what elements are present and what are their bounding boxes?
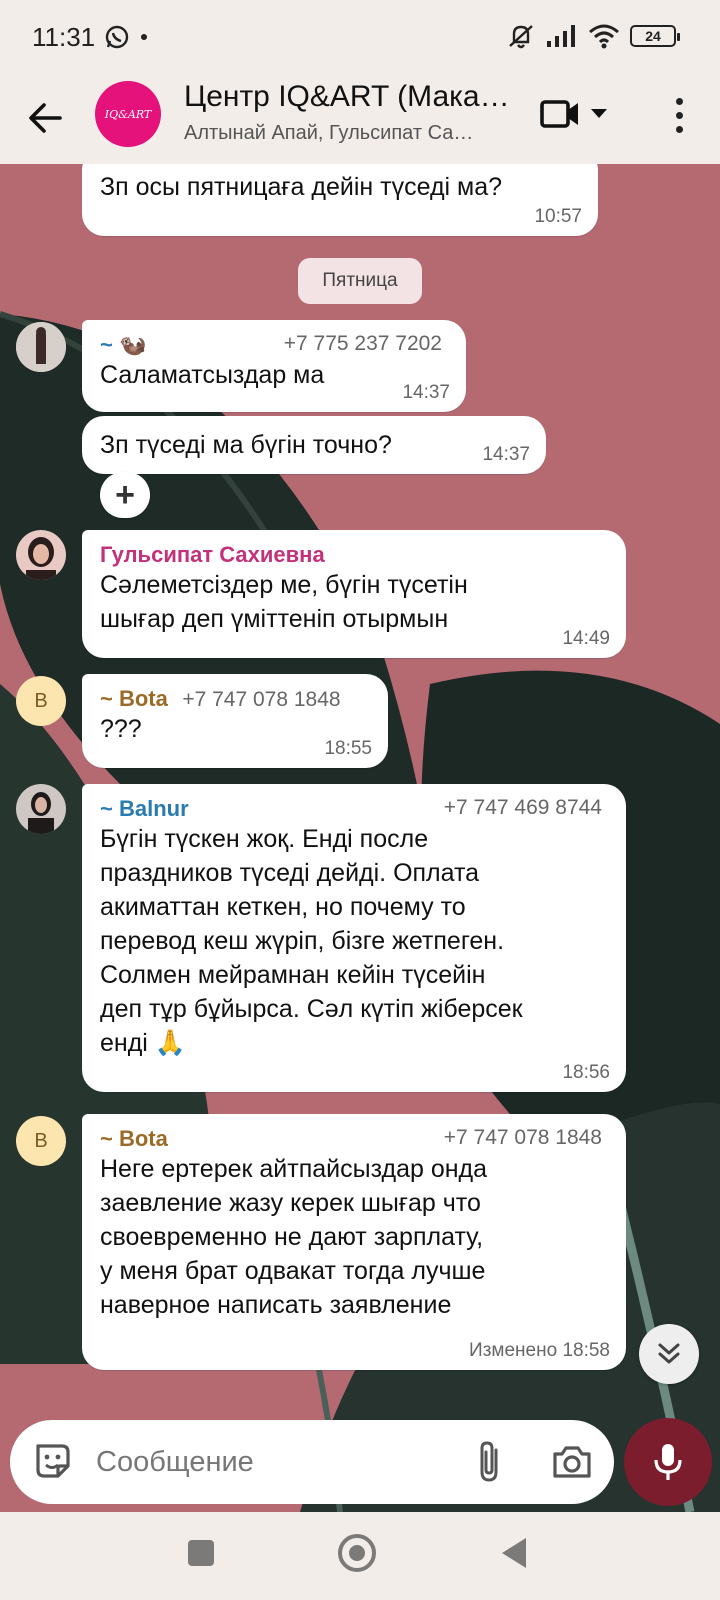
paperclip-icon <box>480 1441 498 1482</box>
status-bar: 11:31 24 <box>0 0 720 76</box>
system-back-button[interactable] <box>502 1538 526 1568</box>
message-text-line: Сәлеметсіздер ме, бүгін түсетін <box>100 571 468 599</box>
message-text-line: акиматтан кеткен, но почему то <box>100 893 466 921</box>
wifi-icon <box>589 24 619 49</box>
chevron-down-icon <box>591 109 607 118</box>
chat-subtitle[interactable]: Алтынай Апай, Гульсипат Са… <box>184 122 514 145</box>
message-bubble[interactable]: Зп түседі ма бүгін точно? 14:37 <box>82 416 546 474</box>
chat-area[interactable]: Зп осы пятницаға дейін түседі ма? 10:57 … <box>0 164 720 1512</box>
more-dot-icon <box>675 97 683 105</box>
message-time: 14:37 <box>482 444 530 465</box>
message-text-line: Бүгін түскен жоқ. Енді после <box>100 825 429 853</box>
message-sender[interactable]: Гульсипат Сахиевна <box>100 542 608 568</box>
microphone-icon <box>654 1444 682 1480</box>
message-text-line: заевление жазу керек шығар что <box>100 1189 481 1217</box>
message-text-line: деп тұр бұйырса. Сәл күтіп жіберсек <box>100 995 523 1023</box>
camera-button[interactable] <box>550 1440 594 1484</box>
home-button[interactable] <box>338 1534 376 1572</box>
battery-icon: 24 <box>630 25 680 47</box>
message-sender[interactable]: ~ Bota <box>100 686 168 712</box>
more-dot-icon <box>675 111 683 119</box>
more-options-button[interactable] <box>662 90 696 140</box>
chat-header: IQ&ART Центр IQ&ART (Мака… Алтынай Апай,… <box>0 76 720 164</box>
camera-icon <box>553 1446 591 1478</box>
message-bubble[interactable]: ~ Bota +7 747 078 1848 ??? 18:55 <box>82 674 388 768</box>
avatar-photo <box>16 784 66 834</box>
message-text-line: перевод кеш жүріп, бізге жетпеген. <box>100 927 505 955</box>
message-input[interactable]: Сообщение <box>96 1440 436 1484</box>
message-time: Изменено 18:58 <box>469 1340 610 1361</box>
signal-icon <box>547 25 575 47</box>
voice-message-button[interactable] <box>624 1418 712 1506</box>
avatar-photo <box>16 322 66 372</box>
notification-dot-icon <box>141 34 147 40</box>
double-chevron-down-icon <box>658 1343 680 1364</box>
message-time: 18:55 <box>324 738 372 759</box>
sticker-icon <box>36 1444 70 1478</box>
message-bubble[interactable]: ~ 🦦 +7 775 237 7202 Саламатсыздар ма 14:… <box>82 320 466 412</box>
message-text: Зп осы пятницаға дейін түседі ма? <box>100 173 503 201</box>
sticker-button[interactable] <box>32 1440 74 1482</box>
status-left-icons <box>104 24 148 50</box>
message-text-line: наверное написать заявление <box>100 1291 452 1319</box>
message-time: 14:49 <box>562 628 610 649</box>
message-text-line: Солмен мейрамнан кейін түсейін <box>100 961 486 989</box>
message-input-bar: Сообщение <box>10 1420 614 1504</box>
sender-avatar[interactable]: B <box>16 676 66 726</box>
message-bubble[interactable]: ~ Bota +7 747 078 1848 Неге ертерек айтп… <box>82 1114 626 1370</box>
message-text: Зп түседі ма бүгін точно? <box>100 431 392 459</box>
add-reaction-button[interactable]: + <box>100 472 150 518</box>
message-phone: +7 775 237 7202 <box>283 332 442 355</box>
message-bubble[interactable]: Зп осы пятницаға дейін түседі ма? 10:57 <box>82 164 598 236</box>
message-text-line: енді 🙏 <box>100 1029 186 1057</box>
chat-title[interactable]: Центр IQ&ART (Мака… <box>184 80 514 114</box>
back-arrow-icon <box>29 103 62 133</box>
message-bubble[interactable]: ~ Balnur +7 747 469 8744 Бүгін түскен жо… <box>82 784 626 1092</box>
message-phone: +7 747 078 1848 <box>443 1126 602 1149</box>
sender-avatar[interactable]: B <box>16 1116 66 1166</box>
scroll-to-bottom-button[interactable] <box>639 1324 699 1384</box>
mute-icon <box>509 25 533 49</box>
more-dot-icon <box>675 125 683 133</box>
message-text-line: шығар деп үміттеніп отырмын <box>100 605 449 633</box>
status-right-icons: 24 <box>506 22 680 50</box>
date-separator: Пятница <box>298 258 422 304</box>
group-avatar-logo: IQ&ART <box>104 107 152 121</box>
message-text-line: Неге ертерек айтпайсыздар онда <box>100 1155 488 1183</box>
message-time: 10:57 <box>534 206 582 227</box>
attach-button[interactable] <box>470 1440 510 1484</box>
sender-avatar[interactable] <box>16 784 66 834</box>
status-time: 11:31 <box>32 22 96 52</box>
video-call-button[interactable] <box>540 94 620 134</box>
back-button[interactable] <box>24 96 68 140</box>
recent-apps-button[interactable] <box>188 1540 214 1566</box>
whatsapp-icon <box>105 25 129 49</box>
message-time: 14:37 <box>402 382 450 403</box>
avatar-photo <box>16 530 66 580</box>
group-avatar[interactable]: IQ&ART <box>95 81 161 147</box>
message-text-line: у меня брат одвакат тогда лучше <box>100 1257 486 1285</box>
message-text: Саламатсыздар ма <box>100 361 325 389</box>
message-phone: +7 747 469 8744 <box>443 796 602 819</box>
message-phone: +7 747 078 1848 <box>182 688 341 711</box>
message-text-line: своевременно не дают зарплату, <box>100 1223 484 1251</box>
message-text-line: праздников түседі дейді. Оплата <box>100 859 480 887</box>
video-camera-icon <box>540 100 578 128</box>
message-time: 18:56 <box>562 1062 610 1083</box>
sender-avatar[interactable] <box>16 530 66 580</box>
sender-avatar[interactable] <box>16 322 66 372</box>
system-nav-bar <box>0 1512 720 1600</box>
message-bubble[interactable]: Гульсипат Сахиевна Сәлеметсіздер ме, бүг… <box>82 530 626 658</box>
